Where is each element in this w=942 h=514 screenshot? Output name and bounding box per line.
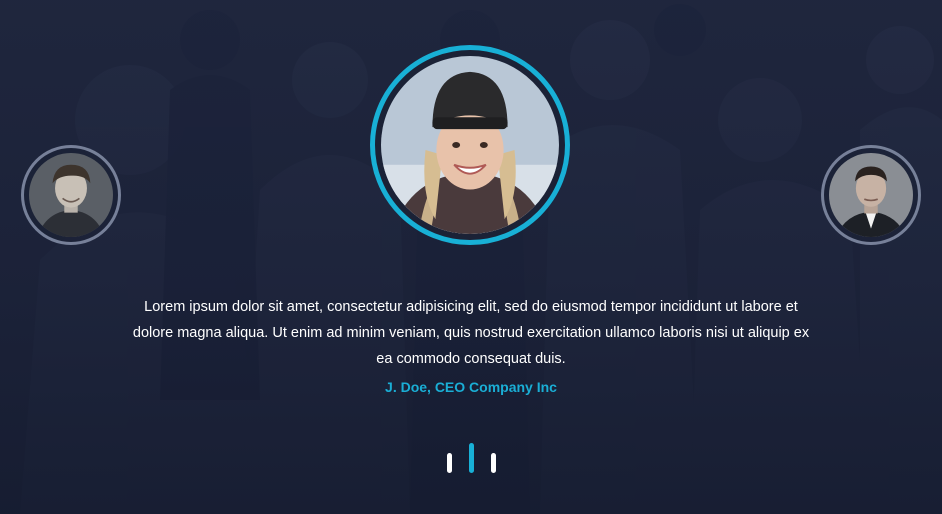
pagination-dot-3[interactable] (490, 453, 496, 473)
person-avatar-icon (381, 56, 559, 234)
pagination-dot-1[interactable] (446, 453, 452, 473)
testimonial-avatar-right[interactable] (821, 145, 921, 245)
testimonial-author: J. Doe, CEO Company Inc (385, 379, 557, 395)
person-avatar-icon (29, 153, 113, 237)
testimonial-avatar-active[interactable] (370, 45, 570, 245)
testimonial-slider: Lorem ipsum dolor sit amet, consectetur … (0, 0, 942, 514)
pagination-dot-2-active[interactable] (468, 443, 474, 473)
slider-pagination (0, 443, 942, 473)
testimonial-quote: Lorem ipsum dolor sit amet, consectetur … (132, 298, 810, 367)
testimonial-avatar-left[interactable] (21, 145, 121, 245)
person-avatar-icon (829, 153, 913, 237)
